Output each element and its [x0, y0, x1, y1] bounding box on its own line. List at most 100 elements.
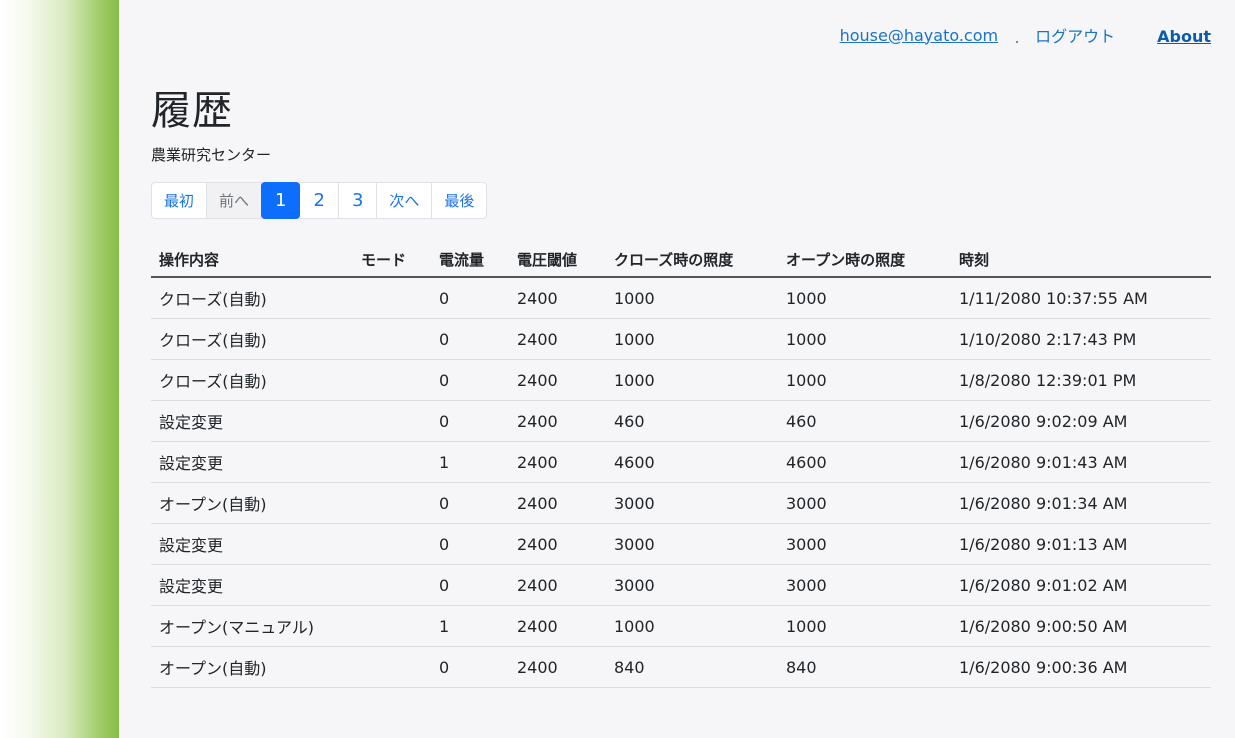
table-row: クローズ(自動) 0 2400 1000 1000 1/10/2080 2:17… — [151, 318, 1211, 360]
cell-voltage: 2400 — [509, 441, 606, 483]
cell-time: 1/6/2080 9:01:13 AM — [951, 523, 1211, 565]
cell-current: 0 — [431, 564, 509, 606]
column-header-current: 電流量 — [431, 242, 509, 278]
cell-close-lux: 1000 — [606, 605, 778, 647]
cell-operation: 設定変更 — [151, 523, 353, 565]
cell-current: 1 — [431, 605, 509, 647]
cell-close-lux: 1000 — [606, 359, 778, 401]
cell-open-lux: 460 — [778, 400, 951, 442]
table-row: クローズ(自動) 0 2400 1000 1000 1/8/2080 12:39… — [151, 359, 1211, 401]
pagination-next-button[interactable]: 次へ — [376, 182, 433, 219]
cell-time: 1/6/2080 9:00:36 AM — [951, 646, 1211, 688]
cell-close-lux: 3000 — [606, 564, 778, 606]
top-nav: house@hayato.com ログアウト About — [840, 23, 1211, 47]
about-link[interactable]: About — [1157, 27, 1211, 46]
cell-operation: オープン(マニュアル) — [151, 605, 353, 647]
cell-voltage: 2400 — [509, 359, 606, 401]
table-row: 設定変更 0 2400 3000 3000 1/6/2080 9:01:02 A… — [151, 564, 1211, 606]
cell-mode — [353, 400, 431, 442]
table-row: クローズ(自動) 0 2400 1000 1000 1/11/2080 10:3… — [151, 277, 1211, 319]
cell-time: 1/10/2080 2:17:43 PM — [951, 318, 1211, 360]
cell-mode — [353, 318, 431, 360]
cell-open-lux: 1000 — [778, 359, 951, 401]
cell-mode — [353, 482, 431, 524]
table-row: 設定変更 0 2400 460 460 1/6/2080 9:02:09 AM — [151, 400, 1211, 442]
cell-time: 1/11/2080 10:37:55 AM — [951, 277, 1211, 319]
cell-time: 1/6/2080 9:01:02 AM — [951, 564, 1211, 606]
cell-operation: 設定変更 — [151, 564, 353, 606]
cell-mode — [353, 277, 431, 319]
cell-open-lux: 4600 — [778, 441, 951, 483]
cell-mode — [353, 646, 431, 688]
cell-open-lux: 3000 — [778, 482, 951, 524]
cell-time: 1/6/2080 9:02:09 AM — [951, 400, 1211, 442]
page-subtitle: 農業研究センター — [151, 146, 272, 164]
table-row: オープン(マニュアル) 1 2400 1000 1000 1/6/2080 9:… — [151, 605, 1211, 647]
pagination-first-button[interactable]: 最初 — [151, 182, 208, 219]
history-table: 操作内容 モード 電流量 電圧閾値 クローズ時の照度 オープン時の照度 時刻 ク… — [151, 242, 1211, 688]
cell-mode — [353, 605, 431, 647]
cell-mode — [353, 441, 431, 483]
cell-time: 1/8/2080 12:39:01 PM — [951, 359, 1211, 401]
sidebar-gradient — [0, 0, 119, 738]
cell-time: 1/6/2080 9:00:50 AM — [951, 605, 1211, 647]
cell-close-lux: 1000 — [606, 277, 778, 319]
cell-current: 0 — [431, 523, 509, 565]
cell-voltage: 2400 — [509, 318, 606, 360]
column-header-voltage: 電圧閾値 — [509, 242, 606, 278]
cell-voltage: 2400 — [509, 277, 606, 319]
cell-open-lux: 840 — [778, 646, 951, 688]
cell-voltage: 2400 — [509, 482, 606, 524]
cell-close-lux: 4600 — [606, 441, 778, 483]
logout-link[interactable]: ログアウト — [1035, 23, 1115, 47]
column-header-close-lux: クローズ時の照度 — [606, 242, 778, 278]
cell-voltage: 2400 — [509, 564, 606, 606]
cell-mode — [353, 564, 431, 606]
pagination-last-button[interactable]: 最後 — [431, 182, 488, 219]
cell-operation: 設定変更 — [151, 441, 353, 483]
cell-operation: オープン(自動) — [151, 646, 353, 688]
cell-current: 0 — [431, 277, 509, 319]
table-header-row: 操作内容 モード 電流量 電圧閾値 クローズ時の照度 オープン時の照度 時刻 — [151, 242, 1211, 278]
cell-operation: クローズ(自動) — [151, 277, 353, 319]
cell-operation: クローズ(自動) — [151, 359, 353, 401]
cell-open-lux: 3000 — [778, 523, 951, 565]
cell-operation: 設定変更 — [151, 400, 353, 442]
column-header-mode: モード — [353, 242, 431, 278]
user-email-link[interactable]: house@hayato.com — [840, 26, 999, 45]
cell-current: 0 — [431, 359, 509, 401]
cell-close-lux: 1000 — [606, 318, 778, 360]
cell-open-lux: 3000 — [778, 564, 951, 606]
main-content: 履歴 農業研究センター 最初 前へ 1 2 3 次へ 最後 操作内容 モード 電… — [151, 86, 1211, 688]
cell-current: 0 — [431, 318, 509, 360]
cell-voltage: 2400 — [509, 605, 606, 647]
cell-open-lux: 1000 — [778, 605, 951, 647]
cell-open-lux: 1000 — [778, 277, 951, 319]
column-header-operation: 操作内容 — [151, 242, 353, 278]
cell-voltage: 2400 — [509, 523, 606, 565]
pagination-page-2[interactable]: 2 — [299, 182, 339, 219]
table-row: 設定変更 1 2400 4600 4600 1/6/2080 9:01:43 A… — [151, 441, 1211, 483]
cell-voltage: 2400 — [509, 646, 606, 688]
cell-current: 0 — [431, 482, 509, 524]
cell-mode — [353, 359, 431, 401]
cell-time: 1/6/2080 9:01:43 AM — [951, 441, 1211, 483]
column-header-time: 時刻 — [951, 242, 1211, 278]
cell-voltage: 2400 — [509, 400, 606, 442]
cell-close-lux: 840 — [606, 646, 778, 688]
cell-current: 1 — [431, 441, 509, 483]
cell-close-lux: 3000 — [606, 523, 778, 565]
cell-open-lux: 1000 — [778, 318, 951, 360]
table-row: オープン(自動) 0 2400 3000 3000 1/6/2080 9:01:… — [151, 482, 1211, 524]
page-title: 履歴 — [151, 88, 233, 134]
pagination-page-1[interactable]: 1 — [261, 182, 301, 219]
cell-operation: オープン(自動) — [151, 482, 353, 524]
cell-mode — [353, 523, 431, 565]
cell-current: 0 — [431, 646, 509, 688]
pagination-prev-button: 前へ — [206, 182, 263, 219]
nav-divider — [1016, 41, 1019, 43]
cell-close-lux: 3000 — [606, 482, 778, 524]
pagination-page-3[interactable]: 3 — [337, 182, 378, 219]
column-header-open-lux: オープン時の照度 — [778, 242, 951, 278]
table-row: 設定変更 0 2400 3000 3000 1/6/2080 9:01:13 A… — [151, 523, 1211, 565]
